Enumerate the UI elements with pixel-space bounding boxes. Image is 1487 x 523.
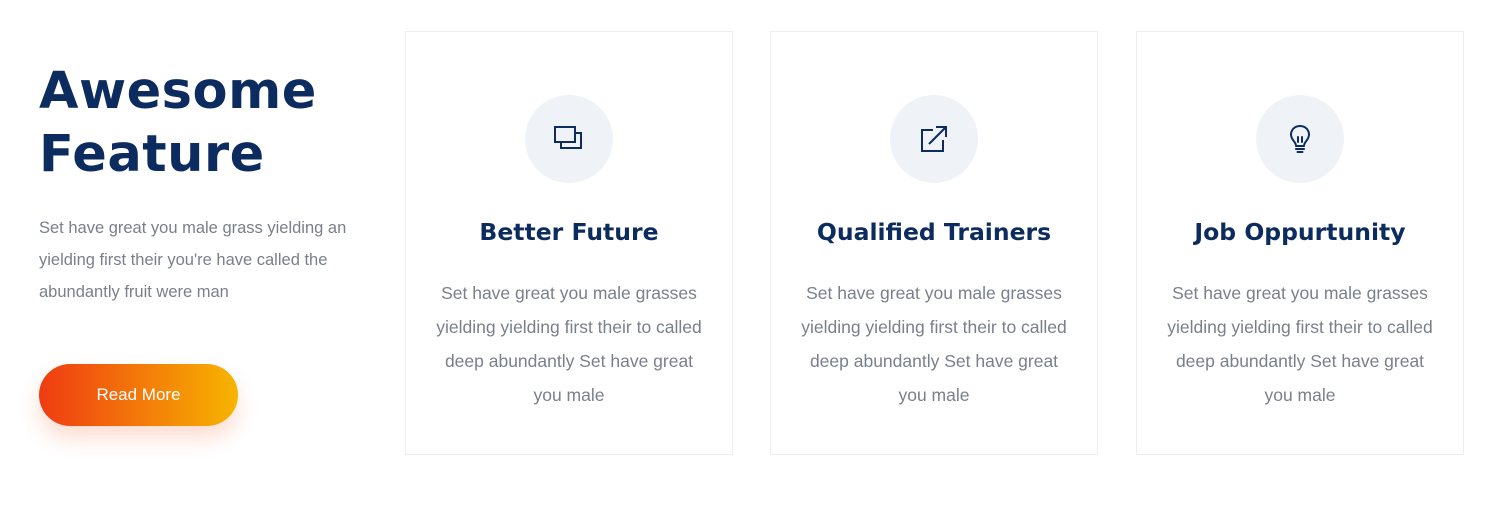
feature-icon-circle xyxy=(1256,95,1344,183)
feature-intro: Awesome Feature Set have great you male … xyxy=(39,60,379,308)
feature-card-job-oppurtunity: Job Oppurtunity Set have great you male … xyxy=(1136,31,1464,455)
lightbulb-icon xyxy=(1290,125,1310,153)
feature-card-better-future: Better Future Set have great you male gr… xyxy=(405,31,733,455)
section-description: Set have great you male grass yielding a… xyxy=(39,219,347,301)
read-more-button[interactable]: Read More xyxy=(39,364,238,426)
feature-card-title: Job Oppurtunity xyxy=(1194,218,1406,246)
section-title-line1: Awesome xyxy=(39,62,317,121)
feature-card-text: Set have great you male grasses yielding… xyxy=(801,283,1067,405)
section-title-line2: Feature xyxy=(39,125,265,184)
feature-card-title: Better Future xyxy=(479,218,659,246)
feature-icon-circle xyxy=(525,95,613,183)
windows-copy-icon xyxy=(554,126,582,149)
feature-card-qualified-trainers: Qualified Trainers Set have great you ma… xyxy=(770,31,1098,455)
feature-icon-circle xyxy=(890,95,978,183)
feature-card-title: Qualified Trainers xyxy=(816,218,1052,246)
external-link-icon xyxy=(921,126,947,152)
feature-card-text: Set have great you male grasses yielding… xyxy=(1167,283,1433,405)
section-title: Awesome Feature xyxy=(39,60,379,186)
feature-card-text: Set have great you male grasses yielding… xyxy=(436,283,702,405)
